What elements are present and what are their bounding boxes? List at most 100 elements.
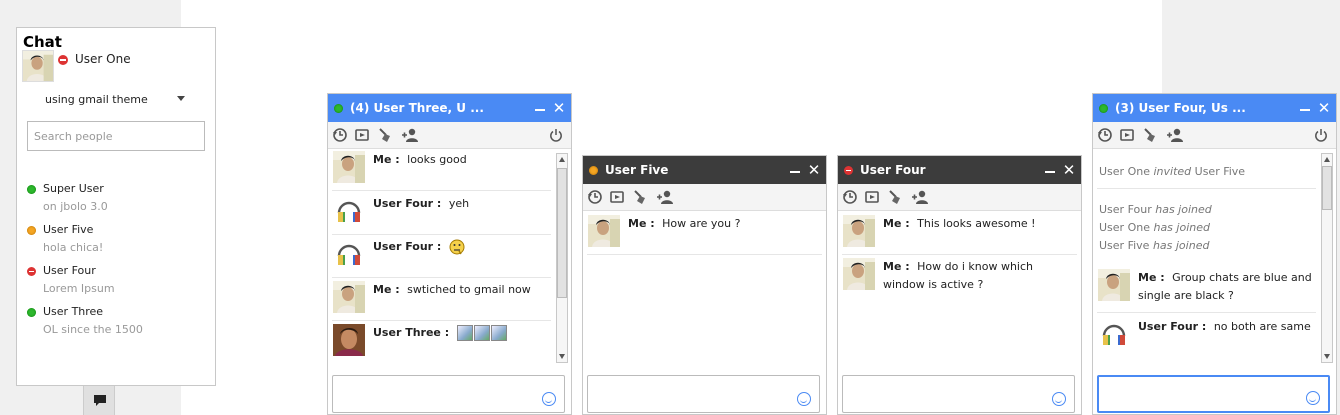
minimize-icon[interactable] xyxy=(1300,109,1310,111)
broom-icon[interactable] xyxy=(1142,127,1158,143)
scrollbar[interactable] xyxy=(1321,153,1333,363)
history-icon[interactable] xyxy=(587,189,603,205)
message-text: no both are same xyxy=(1213,320,1311,333)
broom-icon[interactable] xyxy=(377,127,393,143)
message-input[interactable] xyxy=(587,375,820,413)
chevron-down-icon[interactable] xyxy=(177,96,185,101)
chat-messages: User One invited User Five User Four has… xyxy=(1093,149,1336,364)
contact-super-user[interactable]: Super User on jbolo 3.0 xyxy=(25,182,205,218)
busy-status-icon[interactable] xyxy=(58,55,68,65)
broom-icon[interactable] xyxy=(632,189,648,205)
chat-toggle-button[interactable] xyxy=(83,386,115,415)
message-sender: User Four : xyxy=(373,240,442,253)
image-attachment-icon[interactable] xyxy=(490,325,507,341)
add-user-icon[interactable] xyxy=(401,127,419,143)
user-avatar[interactable] xyxy=(22,50,54,82)
chat-window-header[interactable]: User Five ✕ xyxy=(583,156,826,184)
message-input[interactable] xyxy=(332,375,565,413)
message-row: User Three : xyxy=(332,324,551,364)
message-sender: Me : xyxy=(628,217,655,230)
power-icon[interactable] xyxy=(548,127,564,143)
add-user-icon[interactable] xyxy=(911,189,929,205)
scrollbar-thumb[interactable] xyxy=(557,168,567,298)
search-people-input[interactable] xyxy=(27,121,205,151)
message-row: Me : How do i know which window is activ… xyxy=(842,258,1077,300)
scrollbar-thumb[interactable] xyxy=(1322,166,1332,210)
online-status-icon xyxy=(27,185,36,194)
divider xyxy=(1097,188,1316,189)
chat-toolbar xyxy=(1093,122,1336,149)
online-status-icon xyxy=(1099,104,1108,113)
message-row: User Four : xyxy=(332,238,551,278)
message-sender: Me : xyxy=(883,260,910,273)
message-row: Me : Group chats are blue and single are… xyxy=(1097,269,1316,313)
chat-window-title[interactable]: (3) User Four, Us ... xyxy=(1115,101,1246,115)
message-input[interactable] xyxy=(842,375,1075,413)
smiley-icon[interactable] xyxy=(1306,391,1320,405)
smiley-icon[interactable] xyxy=(1052,392,1066,406)
video-icon[interactable] xyxy=(609,189,625,205)
add-user-icon[interactable] xyxy=(656,189,674,205)
contact-user-three[interactable]: User Three OL since the 1500 xyxy=(25,305,205,341)
message-row: Me : looks good xyxy=(332,151,551,191)
video-icon[interactable] xyxy=(1119,127,1135,143)
message-text: How are you ? xyxy=(662,217,741,230)
chat-window-title[interactable]: (4) User Three, U ... xyxy=(350,101,484,115)
theme-selector[interactable]: using gmail theme xyxy=(45,93,148,106)
broom-icon[interactable] xyxy=(887,189,903,205)
chat-window-title[interactable]: User Four xyxy=(860,163,926,177)
avatar xyxy=(588,215,620,247)
chat-window-user-five: User Five ✕ Me : How are you ? xyxy=(582,155,827,415)
minimize-icon[interactable] xyxy=(790,171,800,173)
message-sender: Me : xyxy=(373,283,400,296)
chat-toolbar xyxy=(583,184,826,211)
video-icon[interactable] xyxy=(354,127,370,143)
close-icon[interactable]: ✕ xyxy=(1062,163,1076,178)
scroll-down-icon[interactable] xyxy=(1324,354,1330,359)
message-row: User Four : yeh xyxy=(332,195,551,235)
close-icon[interactable]: ✕ xyxy=(807,163,821,178)
contact-name: Super User xyxy=(43,182,104,195)
scroll-up-icon[interactable] xyxy=(559,157,565,162)
video-icon[interactable] xyxy=(864,189,880,205)
minimize-icon[interactable] xyxy=(1045,171,1055,173)
scroll-up-icon[interactable] xyxy=(1324,157,1330,162)
message-sender: Me : xyxy=(1138,271,1165,284)
chat-title: Chat xyxy=(23,33,62,51)
history-icon[interactable] xyxy=(842,189,858,205)
contact-user-five[interactable]: User Five hola chica! xyxy=(25,223,205,259)
contact-name: User Three xyxy=(43,305,104,318)
chat-window-header[interactable]: (3) User Four, Us ... ✕ xyxy=(1093,94,1336,122)
message-input[interactable] xyxy=(1097,375,1330,413)
power-icon[interactable] xyxy=(1313,127,1329,143)
contact-name: User Four xyxy=(43,264,96,277)
avatar xyxy=(333,238,365,270)
minimize-icon[interactable] xyxy=(535,109,545,111)
scroll-down-icon[interactable] xyxy=(559,354,565,359)
contact-status-message: hola chica! xyxy=(43,241,104,254)
chat-window-header[interactable]: User Four ✕ xyxy=(838,156,1081,184)
scrollbar[interactable] xyxy=(556,153,568,363)
chat-messages: Me : How are you ? xyxy=(583,211,826,371)
close-icon[interactable]: ✕ xyxy=(1317,101,1331,116)
close-icon[interactable]: ✕ xyxy=(552,101,566,116)
chat-window-header[interactable]: (4) User Three, U ... ✕ xyxy=(328,94,571,122)
smiley-icon[interactable] xyxy=(542,392,556,406)
message-text: swtiched to gmail now xyxy=(407,283,531,296)
image-attachment-icon[interactable] xyxy=(473,325,490,341)
avatar xyxy=(333,195,365,227)
image-attachment-icon[interactable] xyxy=(456,325,473,341)
avatar xyxy=(1098,318,1130,350)
add-user-icon[interactable] xyxy=(1166,127,1184,143)
history-icon[interactable] xyxy=(1097,127,1113,143)
avatar xyxy=(333,151,365,183)
history-icon[interactable] xyxy=(332,127,348,143)
smiley-icon[interactable] xyxy=(797,392,811,406)
chat-window-group-1: (4) User Three, U ... ✕ Me : looks good … xyxy=(327,93,572,415)
avatar xyxy=(843,215,875,247)
contact-user-four[interactable]: User Four Lorem Ipsum xyxy=(25,264,205,300)
current-user-name[interactable]: User One xyxy=(75,52,131,66)
chat-toolbar xyxy=(328,122,571,149)
chat-window-user-four: User Four ✕ Me : This looks awesome ! Me… xyxy=(837,155,1082,415)
chat-window-title[interactable]: User Five xyxy=(605,163,668,177)
